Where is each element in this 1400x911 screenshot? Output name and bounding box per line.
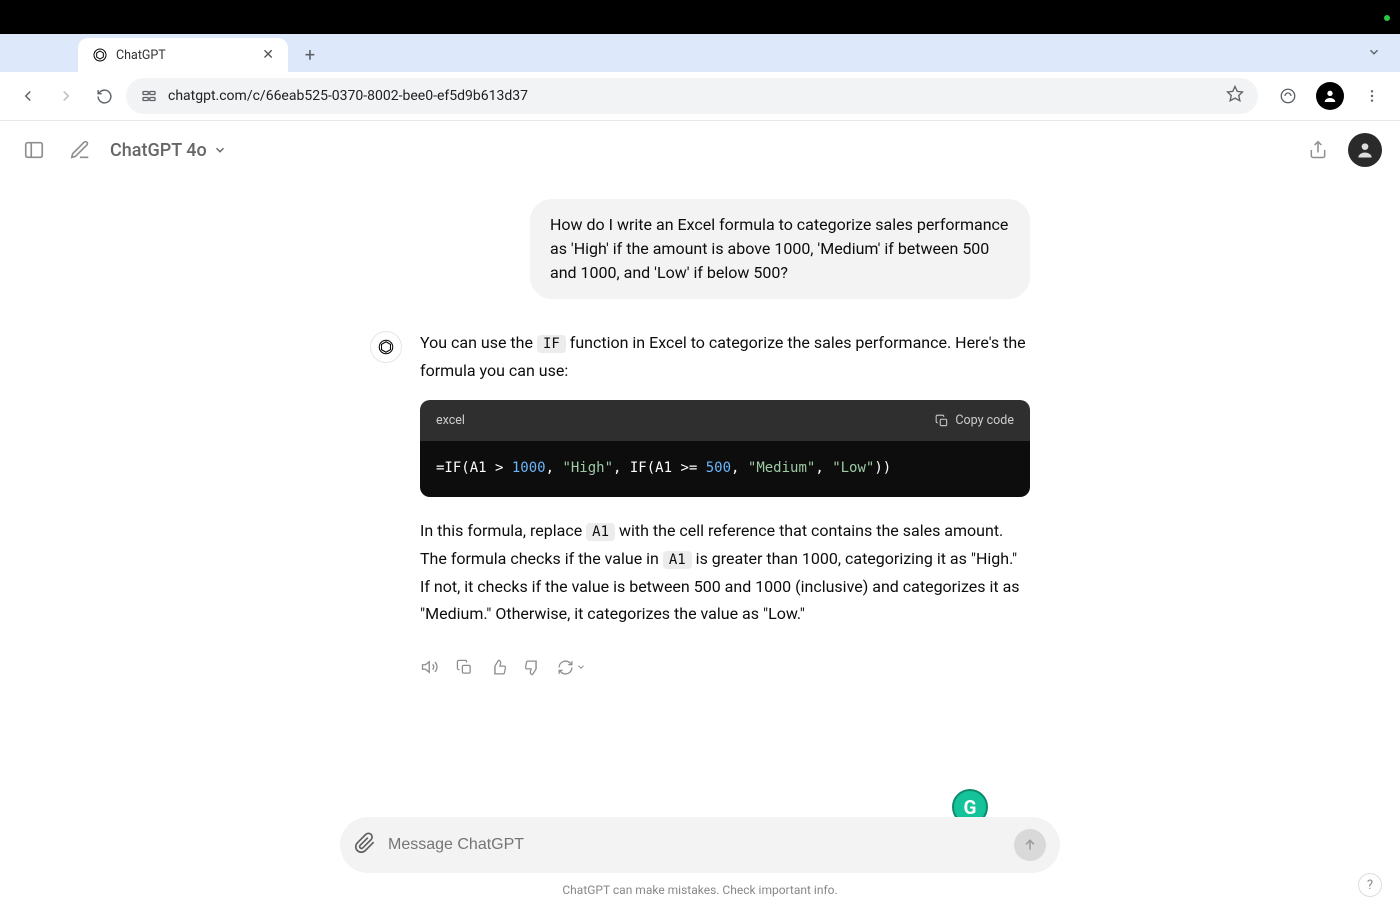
user-avatar[interactable] (1348, 133, 1382, 167)
grammarly-letter: G (964, 796, 977, 819)
site-settings-icon[interactable] (140, 87, 158, 105)
composer (340, 817, 1060, 873)
browser-chrome: ChatGPT ✕ + chatgpt.com/c/66eab525-0370-… (0, 34, 1400, 121)
code-segment: , (815, 460, 832, 476)
code-content: =IF(A1 > 1000, "High", IF(A1 >= 500, "Me… (420, 441, 1030, 497)
close-tab-icon[interactable]: ✕ (262, 47, 274, 63)
assistant-text: In this formula, replace A1 with the cel… (420, 517, 1030, 627)
new-chat-icon[interactable] (64, 134, 96, 166)
model-name: ChatGPT 4o (110, 140, 207, 161)
code-string: "High" (562, 460, 613, 476)
help-button[interactable]: ? (1358, 873, 1382, 897)
assistant-text: You can use the IF function in Excel to … (420, 329, 1030, 384)
reload-button[interactable] (88, 80, 120, 112)
chevron-down-icon (213, 143, 227, 157)
code-segment: )) (874, 460, 891, 476)
tabs-dropdown-icon[interactable] (1362, 40, 1386, 64)
message-input[interactable] (388, 836, 1002, 854)
copy-icon (935, 414, 949, 428)
code-language: excel (436, 410, 465, 431)
tab-strip: ChatGPT ✕ + (0, 34, 1400, 72)
thumbs-up-icon[interactable] (488, 657, 508, 677)
regenerate-icon[interactable] (556, 657, 586, 677)
help-label: ? (1367, 878, 1373, 893)
copy-code-button[interactable]: Copy code (935, 410, 1014, 431)
conversation: How do I write an Excel formula to categ… (340, 179, 1060, 677)
footer-note: ChatGPT can make mistakes. Check importa… (562, 883, 837, 897)
chrome-profile-avatar[interactable] (1316, 82, 1344, 110)
code-segment: , (731, 460, 748, 476)
chrome-menu-icon[interactable] (1356, 80, 1388, 112)
browser-actions (1272, 80, 1388, 112)
inline-code: A1 (663, 551, 692, 569)
code-header: excel Copy code (420, 400, 1030, 441)
code-segment: , IF(A1 >= (613, 460, 706, 476)
send-button[interactable] (1014, 829, 1046, 861)
copy-code-label: Copy code (955, 410, 1014, 431)
code-number: 1000 (512, 460, 546, 476)
assistant-message: You can use the IF function in Excel to … (370, 329, 1030, 643)
share-icon[interactable] (1302, 134, 1334, 166)
model-switcher[interactable]: ChatGPT 4o (110, 140, 227, 161)
back-button[interactable] (12, 80, 44, 112)
address-bar[interactable]: chatgpt.com/c/66eab525-0370-8002-bee0-ef… (126, 78, 1258, 114)
app-header: ChatGPT 4o (0, 121, 1400, 179)
browser-tab[interactable]: ChatGPT ✕ (78, 38, 288, 72)
forward-button[interactable] (50, 80, 82, 112)
assistant-content: You can use the IF function in Excel to … (420, 329, 1030, 643)
extension-icon[interactable] (1272, 80, 1304, 112)
message-actions (420, 657, 1030, 677)
code-string: "Low" (832, 460, 874, 476)
code-string: "Medium" (748, 460, 815, 476)
copy-message-icon[interactable] (454, 657, 474, 677)
thumbs-down-icon[interactable] (522, 657, 542, 677)
composer-wrapper: G (340, 817, 1060, 873)
code-segment: , (546, 460, 563, 476)
new-tab-button[interactable]: + (296, 41, 324, 69)
tab-title: ChatGPT (116, 48, 254, 63)
url-text: chatgpt.com/c/66eab525-0370-8002-bee0-ef… (168, 88, 1216, 104)
inline-code: A1 (586, 523, 615, 541)
inline-code: IF (537, 335, 566, 353)
chatgpt-avatar-icon (370, 331, 402, 363)
user-message-text: How do I write an Excel formula to categ… (530, 199, 1030, 299)
star-icon[interactable] (1226, 85, 1244, 107)
user-message: How do I write an Excel formula to categ… (370, 199, 1030, 299)
text-segment: In this formula, replace (420, 521, 586, 540)
os-menu-bar (0, 0, 1400, 34)
sidebar-toggle-icon[interactable] (18, 134, 50, 166)
code-number: 500 (706, 460, 731, 476)
attach-icon[interactable] (354, 832, 376, 858)
code-block: excel Copy code =IF(A1 > 1000, "High", I… (420, 400, 1030, 497)
read-aloud-icon[interactable] (420, 657, 440, 677)
code-segment: =IF(A1 > (436, 460, 512, 476)
toolbar: chatgpt.com/c/66eab525-0370-8002-bee0-ef… (0, 72, 1400, 121)
text-segment: You can use the (420, 333, 537, 352)
chatgpt-favicon-icon (92, 47, 108, 63)
